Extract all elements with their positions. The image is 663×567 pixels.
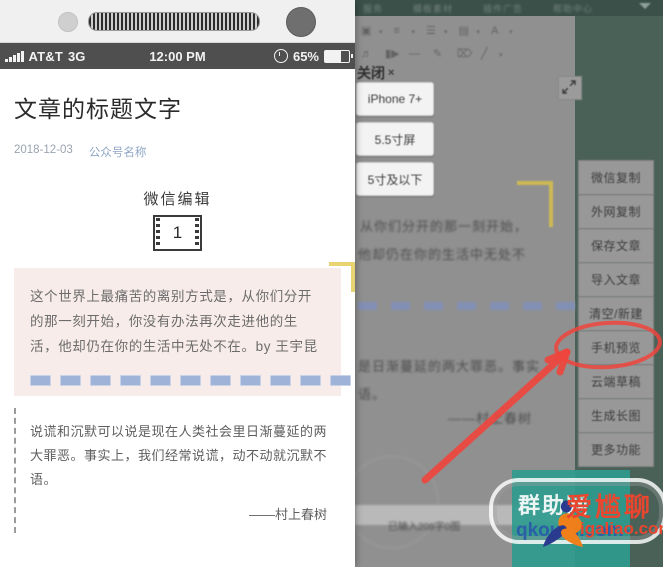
phone-status-bar: AT&T 3G 12:00 PM 65% bbox=[0, 43, 355, 69]
chevron-down-icon[interactable] bbox=[639, 3, 651, 9]
image-placeholder-icon bbox=[270, 375, 291, 386]
sidebar-button-phone-preview[interactable]: 手机预览 bbox=[578, 331, 654, 365]
phone-preview-mockup: AT&T 3G 12:00 PM 65% 文章的标题文字 2018-12-03 … bbox=[0, 0, 355, 567]
sidebar-button-wechat-copy[interactable]: 微信复制 bbox=[578, 160, 654, 195]
image-placeholder-icon bbox=[457, 302, 476, 310]
editor-body-line: 从你们分开的那一刻开始， bbox=[360, 216, 528, 235]
menu-item-service[interactable]: 服务 bbox=[363, 2, 383, 15]
note-signature: ——村上春树 bbox=[30, 504, 327, 523]
home-button-icon bbox=[286, 7, 316, 37]
expand-arrows-icon[interactable] bbox=[558, 76, 582, 100]
sidebar-button-more-features[interactable]: 更多功能 bbox=[578, 433, 654, 467]
right-sidebar: 微信复制 外网复制 保存文章 导入文章 清空/新建 手机预览 云端草稿 生成长图… bbox=[578, 160, 654, 467]
menu-item-templates[interactable]: 模板素材 bbox=[413, 2, 453, 15]
article-meta: 2018-12-03 公众号名称 bbox=[14, 144, 341, 160]
quote-text: 这个世界上最痛苦的离别方式是，从你们分开的那一刻开始，你没有办法再次走进他的生活… bbox=[30, 284, 325, 359]
dropdown-close-row[interactable]: 关闭 × bbox=[356, 64, 436, 82]
font-size-icon[interactable]: A bbox=[491, 25, 504, 38]
caret-icon: ▾ bbox=[509, 28, 513, 36]
article-account-name[interactable]: 公众号名称 bbox=[89, 144, 147, 160]
phone-size-dropdown: 关闭 × iPhone 7+ 5.5寸屏 5寸及以下 bbox=[356, 64, 436, 202]
dropdown-option-iphone7plus[interactable]: iPhone 7+ bbox=[356, 82, 434, 116]
editor-body-line: 他却仍在你的生活中无处不 bbox=[358, 244, 526, 263]
image-icon[interactable]: ▣ bbox=[361, 25, 374, 38]
image-placeholder-icon bbox=[391, 302, 410, 310]
sidebar-button-external-copy[interactable]: 外网复制 bbox=[578, 195, 654, 229]
alarm-clock-icon bbox=[274, 49, 288, 63]
editor-body-line: 是日渐蔓延的两大罪恶。事实 bbox=[358, 356, 540, 375]
image-placeholder-icon bbox=[60, 375, 81, 386]
toolbar-row-1: ▣ ▾ ≡ ▾ ☰ ▾ ▤ ▾ A ▾ bbox=[358, 20, 572, 43]
image-placeholder-icon bbox=[90, 375, 111, 386]
music-icon[interactable]: ♬ bbox=[361, 48, 374, 61]
image-placeholder-icon bbox=[330, 375, 351, 386]
close-label[interactable]: 关闭 bbox=[357, 63, 385, 83]
article-preview-body[interactable]: 文章的标题文字 2018-12-03 公众号名称 微信编辑 1 这个世界上最痛苦… bbox=[0, 69, 355, 567]
status-time: 12:00 PM bbox=[0, 49, 355, 64]
dropdown-option-55inch[interactable]: 5.5寸屏 bbox=[356, 122, 434, 156]
editor-top-menubar: 服务 模板素材 插件广告 帮助中心 bbox=[355, 0, 663, 16]
image-placeholder-icon bbox=[210, 375, 231, 386]
quote-card: 这个世界上最痛苦的离别方式是，从你们分开的那一刻开始，你没有办法再次走进他的生活… bbox=[14, 268, 341, 396]
image-placeholder-icon bbox=[300, 375, 321, 386]
sidebar-button-generate-long-image[interactable]: 生成长图 bbox=[578, 399, 654, 433]
link-icon[interactable]: ✎ bbox=[433, 48, 446, 61]
article-date: 2018-12-03 bbox=[14, 144, 73, 160]
editor-status-text: 已输入208字0图 bbox=[388, 518, 460, 533]
image-placeholder-icon bbox=[358, 302, 377, 310]
note-text: 说谎和沉默可以说是现在人类社会里日渐蔓延的两大罪恶。事实上，我们经常说谎，动不动… bbox=[30, 420, 327, 492]
caret-icon: ▾ bbox=[499, 51, 503, 59]
front-camera-icon bbox=[58, 12, 78, 32]
note-card: 说谎和沉默可以说是现在人类社会里日渐蔓延的两大罪恶。事实上，我们经常说谎，动不动… bbox=[14, 408, 341, 533]
editor-body-signature: ——村上春树 bbox=[448, 408, 532, 427]
battery-icon bbox=[324, 50, 350, 63]
toolbar-row-2: ♬ ▮▶ — ✎ ⌦ ╱ ▾ bbox=[358, 43, 572, 66]
earpiece-speaker-icon bbox=[88, 12, 260, 31]
image-placeholder-icon bbox=[490, 302, 509, 310]
dropdown-option-5inch-below[interactable]: 5寸及以下 bbox=[356, 162, 434, 196]
image-placeholder-icon bbox=[150, 375, 171, 386]
minus-icon[interactable]: — bbox=[409, 48, 422, 61]
image-placeholder-icon bbox=[424, 302, 443, 310]
table-icon[interactable]: ▤ bbox=[459, 25, 472, 38]
caret-icon: ▾ bbox=[412, 28, 416, 36]
editor-body-line: 语。 bbox=[358, 384, 386, 403]
caret-icon: ▾ bbox=[444, 28, 448, 36]
editor-image-placeholder-row bbox=[358, 302, 575, 310]
section-number-badge: 1 bbox=[153, 215, 202, 251]
caret-icon: ▾ bbox=[477, 28, 481, 36]
caret-icon: ▾ bbox=[379, 28, 383, 36]
menu-item-help[interactable]: 帮助中心 bbox=[553, 2, 593, 15]
image-placeholder-icon bbox=[556, 302, 575, 310]
image-placeholder-icon bbox=[523, 302, 542, 310]
close-icon[interactable]: × bbox=[388, 67, 394, 79]
sidebar-button-cloud-draft[interactable]: 云端草稿 bbox=[578, 365, 654, 399]
yellow-corner-decoration bbox=[329, 262, 355, 292]
section-label: 微信编辑 bbox=[14, 188, 341, 209]
clear-format-icon[interactable]: ⌦ bbox=[457, 48, 470, 61]
article-title: 文章的标题文字 bbox=[14, 90, 341, 124]
sidebar-button-clear-new[interactable]: 清空/新建 bbox=[578, 297, 654, 331]
video-icon[interactable]: ▮▶ bbox=[385, 48, 398, 61]
sidebar-button-save-article[interactable]: 保存文章 bbox=[578, 229, 654, 263]
brush-icon[interactable]: ╱ bbox=[481, 48, 494, 61]
image-placeholder-icon bbox=[120, 375, 141, 386]
phone-top-bezel bbox=[0, 0, 355, 43]
editor-decorative-arc bbox=[345, 455, 439, 549]
align-center-icon[interactable]: ≡ bbox=[394, 25, 407, 38]
menu-item-plugins[interactable]: 插件广告 bbox=[483, 2, 523, 15]
list-icon[interactable]: ☰ bbox=[426, 25, 439, 38]
chip-row bbox=[30, 375, 325, 386]
image-placeholder-icon bbox=[30, 375, 51, 386]
section-header: 微信编辑 1 bbox=[14, 188, 341, 251]
editor-toolbar: ▣ ▾ ≡ ▾ ☰ ▾ ▤ ▾ A ▾ ♬ ▮▶ — ✎ ⌦ ╱ ▾ bbox=[358, 20, 572, 66]
image-placeholder-icon bbox=[180, 375, 201, 386]
sidebar-button-import-article[interactable]: 导入文章 bbox=[578, 263, 654, 297]
image-placeholder-icon bbox=[240, 375, 261, 386]
